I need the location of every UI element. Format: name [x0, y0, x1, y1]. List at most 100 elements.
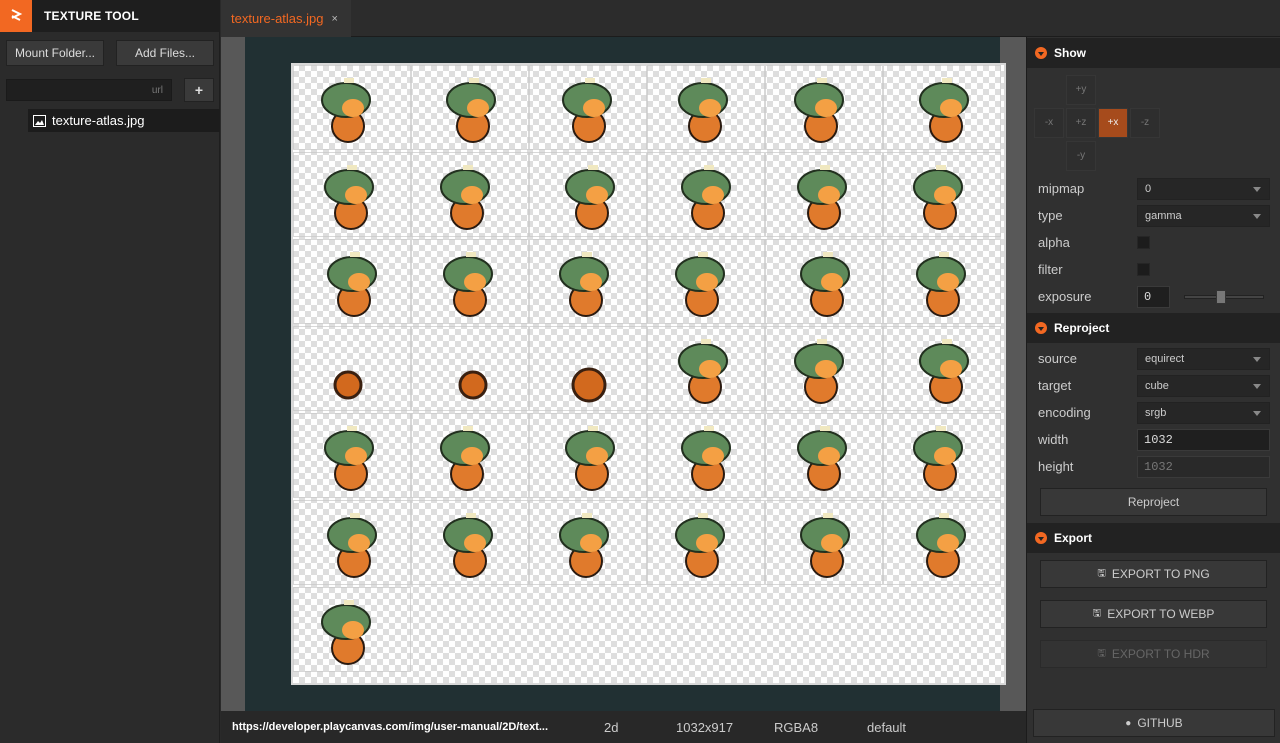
close-icon[interactable]: ×: [332, 13, 338, 25]
sprite-frame: [293, 587, 411, 672]
target-label: target: [1038, 378, 1072, 393]
export-hdr-button: 🖫 EXPORT TO HDR: [1040, 640, 1267, 668]
sprite-character: [440, 165, 490, 230]
sprite-character: [562, 78, 612, 143]
encoding-label: encoding: [1038, 405, 1091, 420]
tab-texture-atlas[interactable]: texture-atlas.jpg ×: [221, 0, 351, 37]
image-file-icon: [33, 114, 46, 127]
github-button[interactable]: ● GITHUB: [1033, 709, 1275, 737]
sprite-character: [559, 513, 609, 578]
sprite-frame: [293, 413, 411, 498]
face-neg-y-button[interactable]: -y: [1066, 141, 1096, 171]
sprite-frame: [411, 413, 529, 498]
sprite-character: [565, 165, 615, 230]
sprite-character: [327, 513, 377, 578]
export-webp-button[interactable]: 🖫 EXPORT TO WEBP: [1040, 600, 1267, 628]
encoding-select[interactable]: srgb: [1137, 402, 1270, 424]
sprite-character: [559, 252, 609, 317]
sprite-frame: [765, 152, 883, 237]
sprite-character: [800, 513, 850, 578]
alpha-label: alpha: [1038, 235, 1070, 250]
mount-folder-button[interactable]: Mount Folder...: [6, 40, 104, 66]
sprite-frame: [293, 152, 411, 237]
reproject-button-label: Reproject: [1127, 495, 1180, 509]
sprite-frame: [883, 65, 1001, 150]
filter-label: filter: [1038, 262, 1063, 277]
face-pos-y-button[interactable]: +y: [1066, 75, 1096, 105]
sprite-frame: [765, 326, 883, 411]
reproject-section-header[interactable]: Reproject: [1027, 313, 1280, 343]
sprite-frame: [883, 326, 1001, 411]
sprite-frame: [411, 239, 529, 324]
exposure-field[interactable]: 0: [1137, 286, 1170, 308]
target-select[interactable]: cube: [1137, 375, 1270, 397]
height-field: 1032: [1137, 456, 1270, 478]
face-neg-z-button[interactable]: -z: [1130, 108, 1160, 138]
sprite-character: [333, 370, 363, 400]
show-section-header[interactable]: Show: [1027, 38, 1280, 68]
sprite-character: [913, 165, 963, 230]
sprite-frame: [411, 500, 529, 585]
sprite-frame: [647, 239, 765, 324]
face-pos-x-button[interactable]: +x: [1098, 108, 1128, 138]
sprite-frame: [647, 413, 765, 498]
width-label: width: [1038, 432, 1069, 447]
url-input[interactable]: [6, 79, 172, 101]
sprite-character: [440, 426, 490, 491]
add-url-button[interactable]: +: [184, 78, 214, 102]
sprite-character: [919, 78, 969, 143]
sprite-character: [321, 600, 371, 665]
exposure-label: exposure: [1038, 289, 1092, 304]
mipmap-select[interactable]: 0: [1137, 178, 1270, 200]
sprite-character: [443, 513, 493, 578]
sprite-frame: [883, 413, 1001, 498]
exposure-slider-handle[interactable]: [1216, 290, 1226, 304]
sprite-character: [916, 513, 966, 578]
file-list-item[interactable]: texture-atlas.jpg: [28, 109, 220, 132]
sprite-character: [678, 78, 728, 143]
type-select[interactable]: gamma: [1137, 205, 1270, 227]
sprite-frame: [411, 326, 529, 411]
save-icon: 🖫: [1097, 567, 1106, 579]
sprite-character: [797, 165, 847, 230]
sprite-frame: [529, 65, 647, 150]
sprite-frame: [293, 500, 411, 585]
width-field[interactable]: 1032: [1137, 429, 1270, 451]
sprite-frame: [647, 152, 765, 237]
face-neg-x-button[interactable]: -x: [1034, 108, 1064, 138]
mipmap-label: mipmap: [1038, 181, 1085, 196]
export-section-title: Export: [1054, 531, 1093, 545]
collapse-icon: [1035, 532, 1047, 544]
sprite-frame: [529, 500, 647, 585]
status-cubemap: default: [867, 719, 907, 735]
sprite-character: [919, 339, 969, 404]
status-format: RGBA8: [774, 719, 819, 735]
alpha-checkbox[interactable]: [1137, 236, 1150, 249]
sprite-frame: [765, 239, 883, 324]
sprite-character: [794, 78, 844, 143]
sprite-frame: [529, 152, 647, 237]
export-webp-label: EXPORT TO WEBP: [1107, 607, 1215, 621]
sprite-character: [797, 426, 847, 491]
add-files-button[interactable]: Add Files...: [116, 40, 214, 66]
sprite-character: [913, 426, 963, 491]
sprite-character: [681, 426, 731, 491]
sprite-frame: [411, 65, 529, 150]
texture-atlas-image: [291, 63, 1006, 685]
export-section-header[interactable]: Export: [1027, 523, 1280, 553]
sprite-character: [675, 513, 725, 578]
reproject-button[interactable]: Reproject: [1040, 488, 1267, 516]
export-png-button[interactable]: 🖫 EXPORT TO PNG: [1040, 560, 1267, 588]
sprite-frame: [411, 152, 529, 237]
sprite-character: [446, 78, 496, 143]
status-mode: 2d: [604, 719, 619, 735]
source-select[interactable]: equirect: [1137, 348, 1270, 370]
texture-viewport[interactable]: [221, 37, 1026, 711]
file-name: texture-atlas.jpg: [52, 113, 145, 128]
face-pos-z-button[interactable]: +z: [1066, 108, 1096, 138]
exposure-slider[interactable]: [1184, 290, 1264, 304]
collapse-icon: [1035, 322, 1047, 334]
filter-checkbox[interactable]: [1137, 263, 1150, 276]
export-png-label: EXPORT TO PNG: [1111, 567, 1210, 581]
sprite-character: [678, 339, 728, 404]
